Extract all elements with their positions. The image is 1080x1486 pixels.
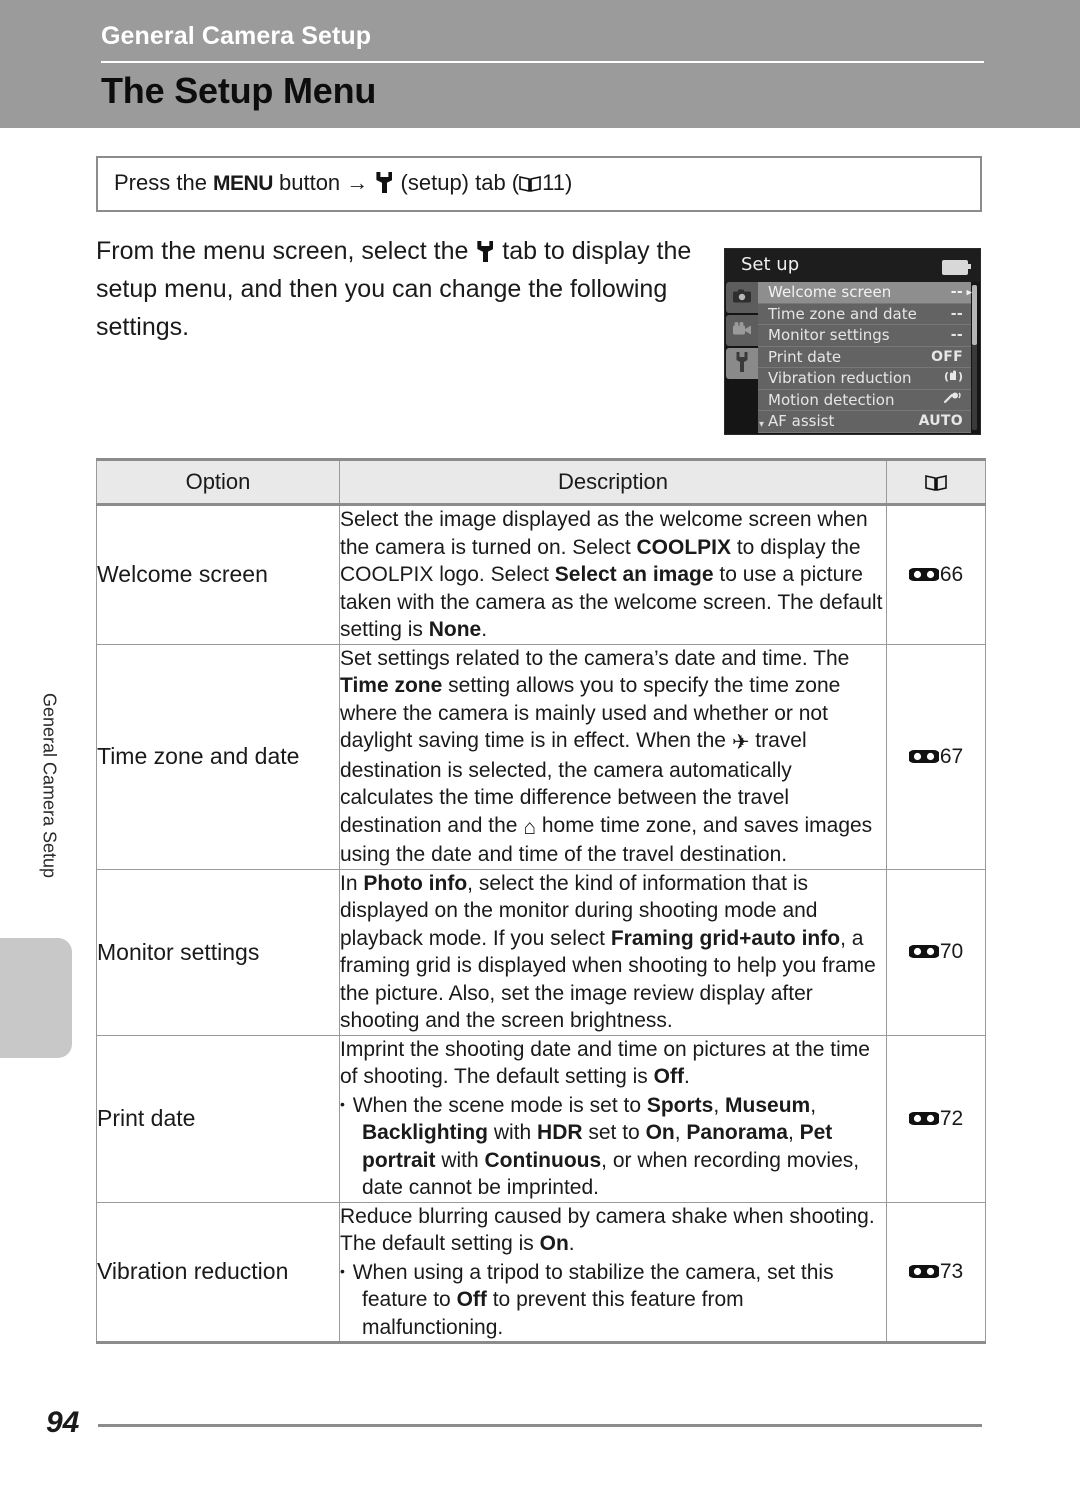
camera-menu-value: --	[950, 284, 963, 301]
camera-menu-item-vibration-reduction[interactable]: Vibration reduction ( )	[758, 368, 971, 390]
book-icon	[924, 474, 947, 491]
reference-page-number: 66	[939, 562, 964, 586]
camera-menu-label: Vibration reduction	[768, 369, 912, 388]
page-number: 94	[46, 1406, 80, 1439]
camera-screen-titlebar: Set up	[725, 249, 980, 282]
option-description: Set settings related to the camera’s dat…	[339, 643, 887, 870]
header-divider	[101, 61, 984, 63]
instruction-prefix: Press the	[114, 170, 214, 195]
footer-divider	[98, 1424, 982, 1427]
e-reference-icon	[907, 747, 941, 764]
side-chapter-tab	[0, 938, 72, 1058]
camera-menu-item-time-zone-and-date[interactable]: Time zone and date --	[758, 303, 971, 325]
camera-menu-value: --	[950, 305, 963, 322]
reference-page-number: 73	[939, 1259, 964, 1283]
option-description: Select the image displayed as the welcom…	[339, 504, 887, 645]
table-header-option: Option	[96, 458, 340, 506]
option-name: Welcome screen	[96, 504, 340, 645]
reference-page-number: 72	[939, 1106, 964, 1130]
page-title: The Setup Menu	[101, 70, 377, 111]
camera-tab-setup[interactable]	[726, 348, 758, 379]
side-chapter-label: General Camera Setup	[39, 692, 60, 879]
intro-paragraph-part1: From the menu screen, select the	[96, 237, 476, 265]
e-reference-icon	[907, 1262, 941, 1279]
camera-screen-title: Set up	[741, 254, 800, 275]
camera-menu-label: Welcome screen	[768, 283, 892, 302]
wrench-icon	[376, 172, 392, 193]
camera-menu-list: Welcome screen -- ▸ Time zone and date -…	[758, 282, 972, 433]
instruction-text: Press the MENU button → (setup) tab ( 11…	[114, 170, 572, 196]
battery-icon	[942, 260, 971, 275]
menu-button-label: MENU	[213, 172, 273, 195]
arrow-right-icon: →	[346, 170, 369, 195]
instruction-box: Press the MENU button → (setup) tab ( 11…	[96, 156, 982, 212]
option-name: Vibration reduction	[96, 1201, 340, 1344]
camera-menu-item-motion-detection[interactable]: Motion detection	[758, 389, 971, 411]
table-row: Print date Imprint the shooting date and…	[96, 1034, 986, 1203]
camera-scrollbar-thumb[interactable]	[972, 285, 977, 345]
table-body: Welcome screen Select the image displaye…	[96, 504, 986, 1344]
option-description: Reduce blurring caused by camera shake w…	[339, 1201, 887, 1344]
svg-text:): )	[958, 370, 963, 383]
option-name: Print date	[96, 1034, 340, 1203]
table-header-reference	[886, 458, 986, 506]
camera-menu-label: Monitor settings	[768, 326, 890, 345]
camera-menu-label: AF assist	[768, 412, 835, 431]
table-row: Time zone and date Set settings related …	[96, 643, 986, 870]
camera-menu-label: Print date	[768, 347, 842, 366]
scroll-down-icon[interactable]: ▾	[759, 419, 764, 430]
camera-menu-item-af-assist[interactable]: AF assist AUTO	[758, 411, 971, 433]
camera-menu-label: Motion detection	[768, 390, 895, 409]
instruction-setup-text: (setup) tab (	[400, 170, 520, 195]
wrench-icon	[735, 351, 750, 376]
option-description: Imprint the shooting date and time on pi…	[339, 1034, 887, 1203]
camera-menu-label: Time zone and date	[768, 304, 917, 323]
table-row: Welcome screen Select the image displaye…	[96, 504, 986, 645]
reference-page: 70	[886, 868, 986, 1036]
wrench-icon	[477, 241, 493, 262]
reference-page: 66	[886, 504, 986, 645]
vr-hand-icon: ( )	[943, 369, 963, 387]
table-row: Monitor settings In Photo info, select t…	[96, 868, 986, 1036]
camera-menu-item-print-date[interactable]: Print date OFF	[758, 346, 971, 368]
option-description: In Photo info, select the kind of inform…	[339, 868, 887, 1036]
camera-menu-value: OFF	[931, 348, 963, 365]
table-row: Vibration reduction Reduce blurring caus…	[96, 1201, 986, 1344]
motion-icon	[943, 391, 963, 409]
camera-tab-movie[interactable]	[726, 315, 758, 346]
camera-menu-value: --	[950, 327, 963, 344]
camera-menu-item-welcome-screen[interactable]: Welcome screen -- ▸	[758, 282, 972, 304]
table-header-row: Option Description	[96, 458, 986, 506]
option-name: Monitor settings	[96, 868, 340, 1036]
option-name: Time zone and date	[96, 643, 340, 870]
e-reference-icon	[907, 942, 941, 959]
e-reference-icon	[907, 565, 941, 582]
reference-page-number: 70	[939, 940, 964, 963]
camera-icon	[732, 288, 752, 307]
movie-camera-icon	[732, 321, 752, 340]
camera-screen-tab-strip	[726, 282, 758, 381]
e-reference-icon	[907, 1109, 941, 1126]
camera-menu-value: AUTO	[918, 413, 963, 430]
book-icon	[519, 175, 541, 192]
table-header-description: Description	[339, 458, 887, 506]
reference-page: 72	[886, 1034, 986, 1203]
instruction-page-ref: 11)	[542, 170, 573, 195]
camera-tab-shooting[interactable]	[726, 282, 758, 313]
instruction-middle: button	[272, 170, 347, 195]
camera-menu-item-monitor-settings[interactable]: Monitor settings --	[758, 325, 971, 347]
chapter-title: General Camera Setup	[101, 22, 372, 50]
svg-text:(: (	[944, 370, 949, 383]
setup-options-table: Option Description Welcome screen Select…	[96, 458, 986, 1344]
camera-monitor-screenshot: Set up Welcome screen -- ▸ Time zone and…	[724, 248, 981, 435]
reference-page: 73	[886, 1201, 986, 1344]
intro-paragraph: From the menu screen, select the tab to …	[96, 232, 696, 346]
reference-page: 67	[886, 643, 986, 870]
reference-page-number: 67	[939, 744, 964, 768]
